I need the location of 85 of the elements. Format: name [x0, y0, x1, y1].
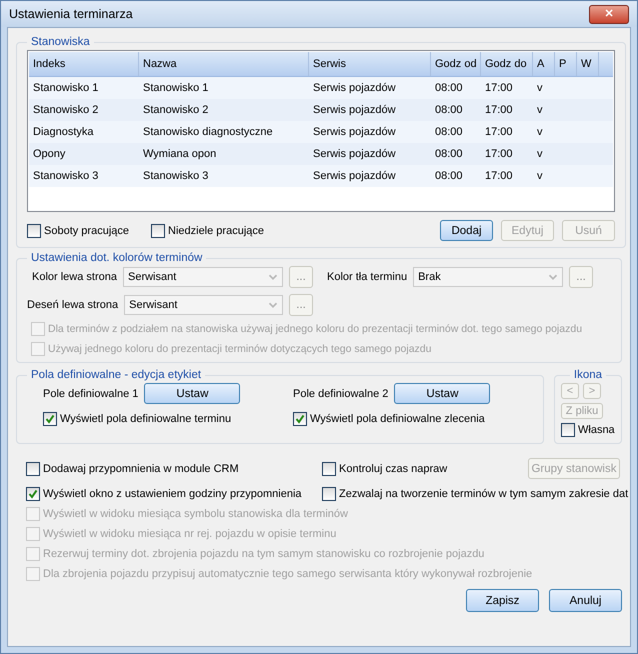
field-label: Pole definiowalne 2 [293, 388, 388, 400]
group-title: Stanowiska [30, 36, 91, 48]
group-title: Pola definiowalne - edycja etykiet [30, 369, 202, 381]
table-cell-text: Stanowisko 3 [32, 170, 100, 182]
column-header[interactable]: Serwis [309, 52, 431, 76]
set-button[interactable]: Ustaw [144, 383, 240, 404]
table-cell-text: 08:00 [434, 126, 464, 138]
table-cell-text: Serwis pojazdów [312, 170, 397, 182]
checkbox-label: Dla zbrojenia pojazdu przypisuj automatycznie tego samego serwisanta który wykonywał rozbrojenie [43, 568, 532, 580]
dropdown-field[interactable]: Serwisant [124, 295, 284, 315]
table-cell-text: Stanowisko 2 [142, 104, 210, 116]
column-header[interactable]: Indeks [29, 52, 139, 76]
table-row[interactable]: Stanowisko 2 Stanowisko 2 Serwis pojazdów 08:00 17:00 v [29, 99, 613, 121]
table-cell-text: Stanowisko 2 [32, 104, 100, 116]
table-cell-text: Opony [32, 148, 66, 160]
column-header[interactable]: Nazwa [139, 52, 309, 76]
checkbox-label: Niedziele pracujące [168, 224, 264, 236]
checkbox-label: Wyświetl pola definiowalne zlecenia [310, 413, 485, 425]
action-button[interactable]: Dodaj [440, 220, 493, 241]
table-cell-text: Stanowisko 1 [32, 82, 100, 94]
checkbox-label: Dodawaj przypomnienia w module CRM [43, 462, 239, 474]
table-row[interactable]: Stanowisko 3 Stanowisko 3 Serwis pojazdów 08:00 17:00 v [29, 165, 613, 187]
table-cell-text: Stanowisko diagnostyczne [142, 126, 274, 138]
table-row[interactable]: Opony Wymiana opon Serwis pojazdów 08:00 17:00 v [29, 143, 613, 165]
column-header[interactable]: Godz do [481, 52, 533, 76]
table-cell-text: 17:00 [484, 170, 514, 182]
table-cell-text: 17:00 [484, 126, 514, 138]
table-cell-text: Stanowisko 1 [142, 82, 210, 94]
checkbox[interactable] [27, 224, 41, 238]
checkbox-label: Rezerwuj terminy dot. zbrojenia pojazdu na tym samym stanowisku co rozbrojenie pojazdu [43, 548, 484, 560]
table-cell-text: 17:00 [484, 148, 514, 160]
checkbox-label: Wyświetl okno z ustawieniem godziny przypomnienia [43, 488, 302, 500]
table-cell-text: 08:00 [434, 170, 464, 182]
column-header[interactable]: W [577, 52, 599, 76]
checkbox[interactable] [322, 462, 336, 476]
dropdown-field[interactable]: Serwisant [123, 267, 283, 287]
checkbox[interactable] [43, 412, 57, 426]
table-cell-text: v [536, 170, 544, 182]
window-title: Ustawienia terminarza [9, 7, 133, 21]
table-cell-text: Serwis pojazdów [312, 126, 397, 138]
checkbox-label: Wyświetl w widoku miesiąca nr rej. pojazdu w opisie terminu [43, 528, 336, 540]
field-label: Kolor tła terminu [327, 271, 408, 283]
table-cell-text: v [536, 104, 544, 116]
checkbox-label: Używaj jednego koloru do prezentacji terminów dotyczących tego samego pojazdu [48, 343, 432, 355]
checkbox[interactable] [322, 487, 336, 501]
checkbox-label: Zezwalaj na tworzenie terminów w tym samym zakresie dat [339, 488, 628, 500]
table-cell-text: Serwis pojazdów [312, 104, 397, 116]
table-cell-text: 08:00 [434, 104, 464, 116]
table-cell-text: 08:00 [434, 82, 464, 94]
table-cell-text: v [536, 148, 544, 160]
table-cell-text: Serwis pojazdów [312, 82, 397, 94]
table-cell-text: 08:00 [434, 148, 464, 160]
table-cell-text: Serwis pojazdów [312, 148, 397, 160]
column-header[interactable]: A [533, 52, 555, 76]
field-label: Pole definiowalne 1 [43, 388, 138, 400]
checkbox-label: Dla terminów z podziałem na stanowiska używaj jednego koloru do prezentacji terminów dot. tego samego pojazdu [48, 323, 582, 335]
checkbox-label: Wyświetl w widoku miesiąca symbolu stanowiska dla terminów [43, 508, 348, 520]
dropdown-field[interactable]: Brak [413, 267, 564, 287]
checkbox[interactable] [293, 412, 307, 426]
checkbox[interactable] [561, 423, 575, 437]
group-title: Ustawienia dot. kolorów terminów [30, 252, 204, 264]
column-header[interactable]: Godz od [431, 52, 481, 76]
field-label: Deseń lewa strona [27, 299, 118, 311]
dialog-button[interactable]: Anuluj [549, 589, 622, 612]
checkbox-label: Własna [578, 424, 615, 436]
field-label: Kolor lewa strona [32, 271, 117, 283]
checkbox-label: Wyświetl pola definiowalne terminu [60, 413, 232, 425]
set-button[interactable]: Ustaw [394, 383, 490, 404]
table-cell-text: Diagnostyka [32, 126, 95, 138]
table-cell-text: 17:00 [484, 104, 514, 116]
table-cell-text: v [536, 126, 544, 138]
checkbox-label: Kontroluj czas napraw [339, 462, 448, 474]
table-cell-text: Wymiana opon [142, 148, 218, 160]
table-row[interactable]: Diagnostyka Stanowisko diagnostyczne Serwis pojazdów 08:00 17:00 v [29, 121, 613, 143]
column-header[interactable]: P [555, 52, 577, 76]
table-cell-text: Stanowisko 3 [142, 170, 210, 182]
group-title: Ikona [572, 369, 604, 381]
checkbox[interactable] [26, 487, 40, 501]
table-row[interactable]: Stanowisko 1 Stanowisko 1 Serwis pojazdów 08:00 17:00 v [29, 77, 613, 99]
table-cell-text: v [536, 82, 544, 94]
checkbox-label: Soboty pracujące [44, 224, 129, 236]
table-cell-text: 17:00 [484, 82, 514, 94]
dialog-button[interactable]: Zapisz [466, 589, 539, 612]
checkbox[interactable] [151, 224, 165, 238]
checkbox[interactable] [26, 462, 40, 476]
